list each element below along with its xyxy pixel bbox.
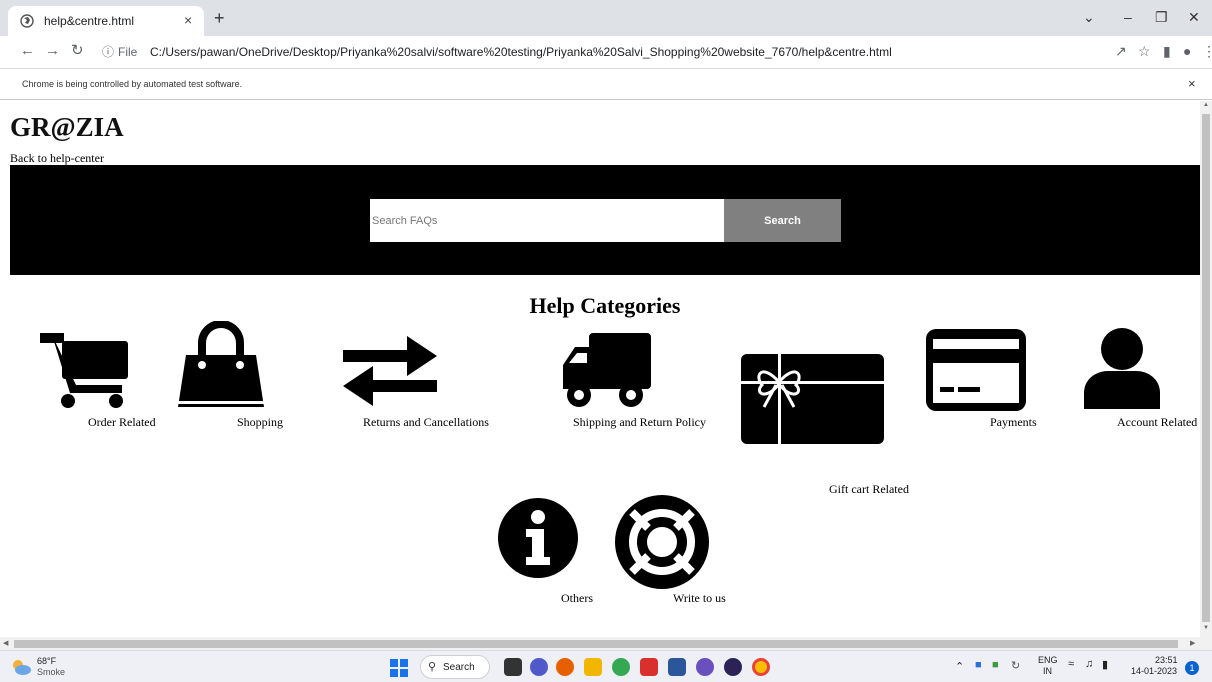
address-scheme: File <box>118 45 138 59</box>
wifi-icon[interactable]: ≈ <box>1068 658 1074 670</box>
vertical-scrollbar[interactable]: ▲ ▼ <box>1200 101 1212 637</box>
faq-search-button[interactable]: Search <box>724 199 841 242</box>
infobar-close-icon[interactable]: × <box>1188 76 1196 91</box>
battery-icon[interactable]: ▮ <box>1102 658 1108 671</box>
info-circle-icon[interactable]: ⓘ <box>102 43 114 60</box>
vertical-scroll-thumb[interactable] <box>1202 114 1210 622</box>
side-panel-icon[interactable]: ▮ <box>1163 43 1171 59</box>
new-tab-button[interactable]: + <box>214 9 225 27</box>
chrome-active-icon[interactable] <box>752 658 770 676</box>
tray-app-icon[interactable]: ■ <box>975 659 982 671</box>
truck-icon <box>563 333 651 407</box>
back-arrow-icon[interactable]: ← <box>20 42 35 60</box>
clock-time[interactable]: 23:51 <box>1155 655 1178 665</box>
browser-toolbar: ← → ↻ ⓘ File C:/Users/pawan/OneDrive/Des… <box>0 36 1212 68</box>
weather-condition[interactable]: Smoke <box>37 667 65 677</box>
info-icon <box>498 498 578 578</box>
category-shipping-return-policy-label[interactable]: Shipping and Return Policy <box>573 415 706 430</box>
windows-taskbar: 68°F Smoke ⚲ Search ⌃ ■ ■ ↻ ENG IN ≈ ♫ ▮… <box>0 650 1212 682</box>
clock-date[interactable]: 14-01-2023 <box>1131 666 1177 676</box>
category-returns-cancellations[interactable] <box>341 334 439 408</box>
horizontal-scroll-thumb[interactable] <box>14 640 1178 648</box>
windows-start-icon[interactable] <box>390 659 408 677</box>
tab-search-chevron-icon[interactable]: ⌄ <box>1083 9 1095 25</box>
file-explorer-icon[interactable] <box>584 658 602 676</box>
app-icon[interactable] <box>724 658 742 676</box>
taskbar-search-box[interactable]: ⚲ Search <box>420 655 490 679</box>
faq-search-input[interactable] <box>370 199 724 242</box>
automation-infobar: Chrome is being controlled by automated … <box>0 68 1212 100</box>
category-shipping-return-policy[interactable] <box>559 331 655 413</box>
category-gift-card-related[interactable] <box>740 353 885 445</box>
sync-icon[interactable]: ↻ <box>1011 659 1020 672</box>
gift-card-icon <box>741 354 884 444</box>
browser-tab-strip: help&centre.html × + ⌄ – ❐ ✕ <box>0 0 1212 36</box>
menu-kebab-icon[interactable]: ⋮ <box>1202 43 1212 59</box>
exchange-arrows-icon <box>343 336 437 406</box>
credit-card-icon <box>926 329 1026 411</box>
category-payments-label[interactable]: Payments <box>990 415 1037 430</box>
share-icon[interactable]: ↗ <box>1115 43 1127 59</box>
window-close-icon[interactable]: ✕ <box>1188 9 1200 25</box>
task-view-icon[interactable] <box>504 658 522 676</box>
word-icon[interactable] <box>668 658 686 676</box>
back-to-help-center-link[interactable]: Back to help-center <box>10 151 104 166</box>
category-write-to-us-label[interactable]: Write to us <box>673 591 726 606</box>
tray-chevron-icon[interactable]: ⌃ <box>955 660 964 673</box>
site-logo[interactable]: GR@ZIA <box>10 112 124 143</box>
category-gift-card-related-label[interactable]: Gift cart Related <box>829 482 909 497</box>
reload-icon[interactable]: ↻ <box>71 42 84 60</box>
category-account-related[interactable] <box>1082 327 1162 409</box>
tab-close-icon[interactable]: × <box>184 12 192 28</box>
horizontal-scrollbar[interactable]: ◀ ▶ <box>0 637 1212 650</box>
user-icon <box>1084 328 1160 409</box>
category-others-label[interactable]: Others <box>561 591 593 606</box>
scroll-down-icon[interactable]: ▼ <box>1203 625 1209 631</box>
search-icon: ⚲ <box>428 661 437 673</box>
profile-avatar-icon[interactable]: ● <box>1183 43 1191 59</box>
minimize-icon[interactable]: – <box>1124 9 1132 25</box>
address-bar[interactable]: ⓘ File C:/Users/pawan/OneDrive/Desktop/P… <box>96 40 1096 64</box>
browser-tab[interactable]: help&centre.html × <box>8 6 204 36</box>
address-url[interactable]: C:/Users/pawan/OneDrive/Desktop/Priyanka… <box>150 45 892 59</box>
weather-temperature[interactable]: 68°F <box>37 656 56 666</box>
globe-icon <box>20 14 34 28</box>
category-shopping[interactable] <box>174 321 268 415</box>
restore-icon[interactable]: ❐ <box>1155 9 1168 25</box>
chrome-icon[interactable] <box>612 658 630 676</box>
search-banner: Search <box>10 165 1200 275</box>
chat-icon[interactable] <box>530 658 548 676</box>
volume-icon[interactable]: ♫ <box>1085 658 1093 670</box>
category-payments[interactable] <box>924 327 1028 413</box>
category-write-to-us[interactable] <box>614 494 710 590</box>
bookmark-star-icon[interactable]: ☆ <box>1138 43 1151 59</box>
scroll-right-icon[interactable]: ▶ <box>1190 639 1195 647</box>
notification-badge[interactable]: 1 <box>1185 661 1199 675</box>
firefox-icon[interactable] <box>556 658 574 676</box>
scroll-up-icon[interactable]: ▲ <box>1203 102 1209 108</box>
infobar-message: Chrome is being controlled by automated … <box>22 79 243 89</box>
category-account-related-label[interactable]: Account Related <box>1117 415 1197 430</box>
acrobat-icon[interactable] <box>640 658 658 676</box>
eclipse-icon[interactable] <box>696 658 714 676</box>
security-icon[interactable]: ■ <box>992 659 999 671</box>
category-order-related[interactable] <box>38 331 132 411</box>
help-categories-heading: Help Categories <box>529 293 681 318</box>
category-order-related-label[interactable]: Order Related <box>88 415 156 430</box>
taskbar-search-label: Search <box>443 662 475 673</box>
shopping-bag-icon <box>178 321 264 407</box>
category-others[interactable] <box>497 497 579 579</box>
category-returns-cancellations-label[interactable]: Returns and Cancellations <box>363 415 489 430</box>
life-ring-icon <box>615 495 709 589</box>
cart-icon <box>40 333 128 408</box>
category-shopping-label[interactable]: Shopping <box>237 415 283 430</box>
scroll-left-icon[interactable]: ◀ <box>3 639 8 647</box>
region-indicator[interactable]: IN <box>1043 666 1052 676</box>
language-indicator[interactable]: ENG <box>1038 655 1058 665</box>
tab-title: help&centre.html <box>44 14 135 28</box>
forward-arrow-icon[interactable]: → <box>45 42 60 60</box>
weather-cloud-icon[interactable] <box>10 658 32 676</box>
page-viewport: GR@ZIA Back to help-center Search Help C… <box>0 101 1200 637</box>
